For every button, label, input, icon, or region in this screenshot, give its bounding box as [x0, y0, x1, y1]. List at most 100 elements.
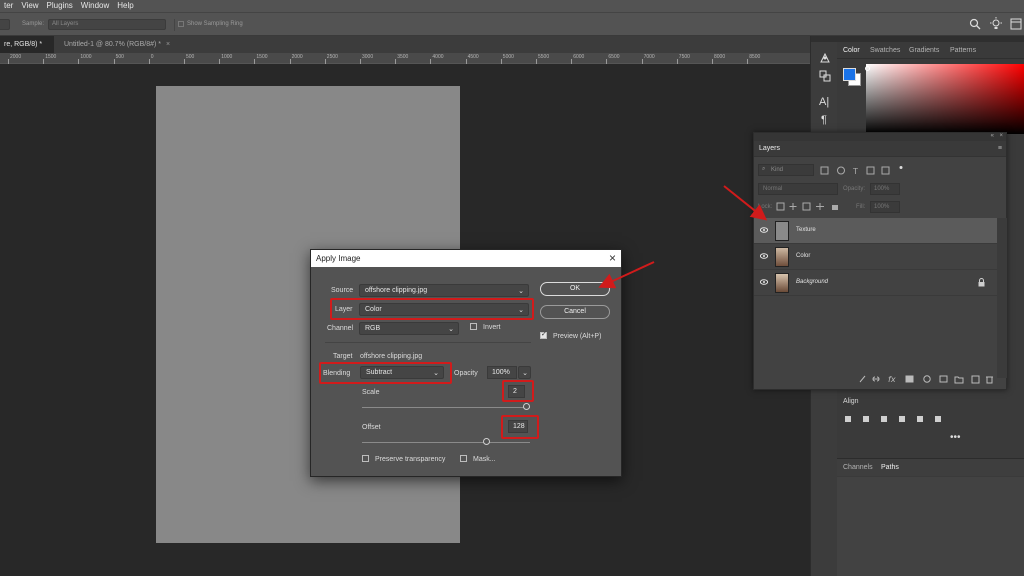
chevron-down-icon: ⌄: [522, 370, 528, 377]
color-picker-cursor[interactable]: [865, 66, 870, 71]
svg-text:T: T: [852, 167, 858, 175]
tab-label: re, RGB/8) *: [4, 41, 43, 48]
panel-menu-icon[interactable]: ≡: [998, 145, 1002, 152]
search-icon[interactable]: [969, 18, 981, 30]
align-buttons-icon[interactable]: [843, 414, 943, 424]
ruler-tick-label: 1500: [256, 54, 268, 60]
search-icon: ⌕: [762, 166, 766, 172]
source-select[interactable]: offshore clipping.jpg ⌄: [359, 284, 529, 297]
fill-input[interactable]: 100%: [870, 201, 900, 213]
ruler-tick-label: 8500: [749, 54, 761, 60]
ruler-tick-mark: [747, 59, 749, 64]
offset-slider-thumb[interactable]: [483, 438, 490, 445]
ruler-tick-label: 3000: [362, 54, 374, 60]
tab-swatches[interactable]: Swatches: [870, 47, 900, 54]
layers-bottom-toolbar[interactable]: fx: [858, 374, 994, 384]
offset-slider-track[interactable]: [362, 442, 530, 443]
mask-checkbox[interactable]: [460, 455, 467, 462]
menu-item-view[interactable]: View: [17, 0, 42, 12]
ruler-tick-label: 3500: [397, 54, 409, 60]
ruler-tick-label: 1000: [80, 54, 92, 60]
ruler-tick-label: 1000: [221, 54, 233, 60]
tab-untitled-document[interactable]: Untitled-1 @ 80.7% (RGB/8#) * ×: [58, 36, 183, 53]
ruler-tick-label: 2000: [291, 54, 303, 60]
close-icon[interactable]: ×: [999, 133, 1003, 139]
ruler-tick-label: 4000: [432, 54, 444, 60]
ruler-tick-mark: [430, 59, 432, 64]
ruler-tick-label: 500: [115, 54, 124, 60]
ruler-tick-mark: [148, 59, 150, 64]
tab-layers[interactable]: Layers: [759, 145, 780, 152]
clone-source-icon[interactable]: [819, 70, 831, 82]
menu-item-plugins[interactable]: Plugins: [43, 0, 77, 12]
layer-row-color[interactable]: Color: [754, 244, 997, 270]
menu-item-help[interactable]: Help: [113, 0, 137, 12]
ruler-tick-mark: [536, 59, 537, 64]
tab-channels[interactable]: Channels: [843, 464, 873, 471]
layers-scrollbar[interactable]: [997, 218, 1007, 378]
opacity-input[interactable]: 100%: [487, 366, 517, 379]
opacity-label: Opacity: [454, 370, 478, 377]
layer-name: Color: [796, 253, 811, 259]
more-options-icon[interactable]: •••: [950, 432, 961, 443]
ruler-tick-mark: [324, 59, 326, 64]
scale-label: Scale: [362, 389, 380, 396]
tab-color[interactable]: Color: [843, 47, 860, 54]
scale-slider-track[interactable]: [362, 407, 530, 408]
layer-row-texture[interactable]: Texture: [754, 218, 997, 244]
lock-options-icons[interactable]: [776, 202, 846, 211]
menu-item-type[interactable]: ter: [0, 0, 17, 12]
channel-select[interactable]: RGB ⌄: [359, 322, 459, 335]
lightbulb-icon[interactable]: [990, 17, 1002, 31]
invert-checkbox[interactable]: [470, 323, 477, 330]
source-label: Source: [331, 287, 354, 294]
ruler-tick-label: 5000: [502, 54, 514, 60]
filter-kind-select[interactable]: ⌕ Kind: [758, 164, 814, 176]
ruler-tick-label: 6500: [608, 54, 620, 60]
target-label: Target: [333, 353, 353, 360]
layers-panel: « × Layers ≡ ⌕ Kind T Normal Opacity: 10…: [753, 132, 1007, 390]
layer-highlight-box: [330, 298, 534, 320]
layer-name: Texture: [796, 227, 816, 233]
layer-filter-icons[interactable]: T: [820, 166, 910, 175]
align-label: Align: [843, 398, 859, 405]
ruler-tick-label: 2500: [326, 54, 338, 60]
cancel-button[interactable]: Cancel: [540, 305, 610, 319]
color-picker-field[interactable]: [866, 64, 1024, 134]
layer-name: Background: [796, 279, 829, 285]
layer-row-background[interactable]: Background: [754, 270, 997, 296]
tab-gradients[interactable]: Gradients: [909, 47, 939, 54]
opacity-input[interactable]: 100%: [870, 183, 900, 195]
foreground-color-swatch[interactable]: [843, 68, 856, 81]
opacity-dropdown[interactable]: ⌄: [518, 366, 531, 379]
show-ring-checkbox[interactable]: [178, 21, 184, 27]
sample-select[interactable]: All Layers: [48, 19, 166, 30]
apply-image-dialog: Apply Image × Source offshore clipping.j…: [310, 249, 622, 477]
mask-label: Mask...: [473, 456, 496, 463]
preserve-transparency-label: Preserve transparency: [375, 456, 446, 463]
tool-preset-picker[interactable]: [0, 19, 10, 30]
paragraph-panel-icon[interactable]: ¶: [821, 114, 827, 126]
character-panel-icon[interactable]: A|: [819, 96, 829, 108]
tab-patterns[interactable]: Patterns: [950, 47, 976, 54]
close-icon[interactable]: ×: [166, 41, 170, 48]
document-tab-bar: re, RGB/8) * × Untitled-1 @ 80.7% (RGB/8…: [0, 36, 810, 65]
tab-paths[interactable]: Paths: [881, 464, 899, 471]
ruler-tick-mark: [606, 59, 608, 64]
scale-slider-thumb[interactable]: [523, 403, 530, 410]
tab-active-document[interactable]: re, RGB/8) * ×: [0, 36, 54, 65]
divider: [837, 58, 1024, 59]
brush-settings-icon[interactable]: [819, 52, 831, 64]
ruler-tick-mark: [43, 59, 45, 64]
ruler-tick-label: 2000: [10, 54, 22, 60]
collapse-icon[interactable]: «: [991, 133, 994, 139]
preserve-transparency-checkbox[interactable]: [362, 455, 369, 462]
strip-header: [811, 36, 838, 42]
kind-placeholder: Kind: [771, 167, 784, 173]
divider: [325, 342, 531, 343]
preview-checkbox[interactable]: [540, 330, 547, 339]
menu-item-window[interactable]: Window: [77, 0, 113, 12]
ruler-tick-mark: [113, 59, 115, 64]
workspace-icon[interactable]: [1010, 18, 1022, 30]
channel-value: RGB: [365, 325, 381, 332]
